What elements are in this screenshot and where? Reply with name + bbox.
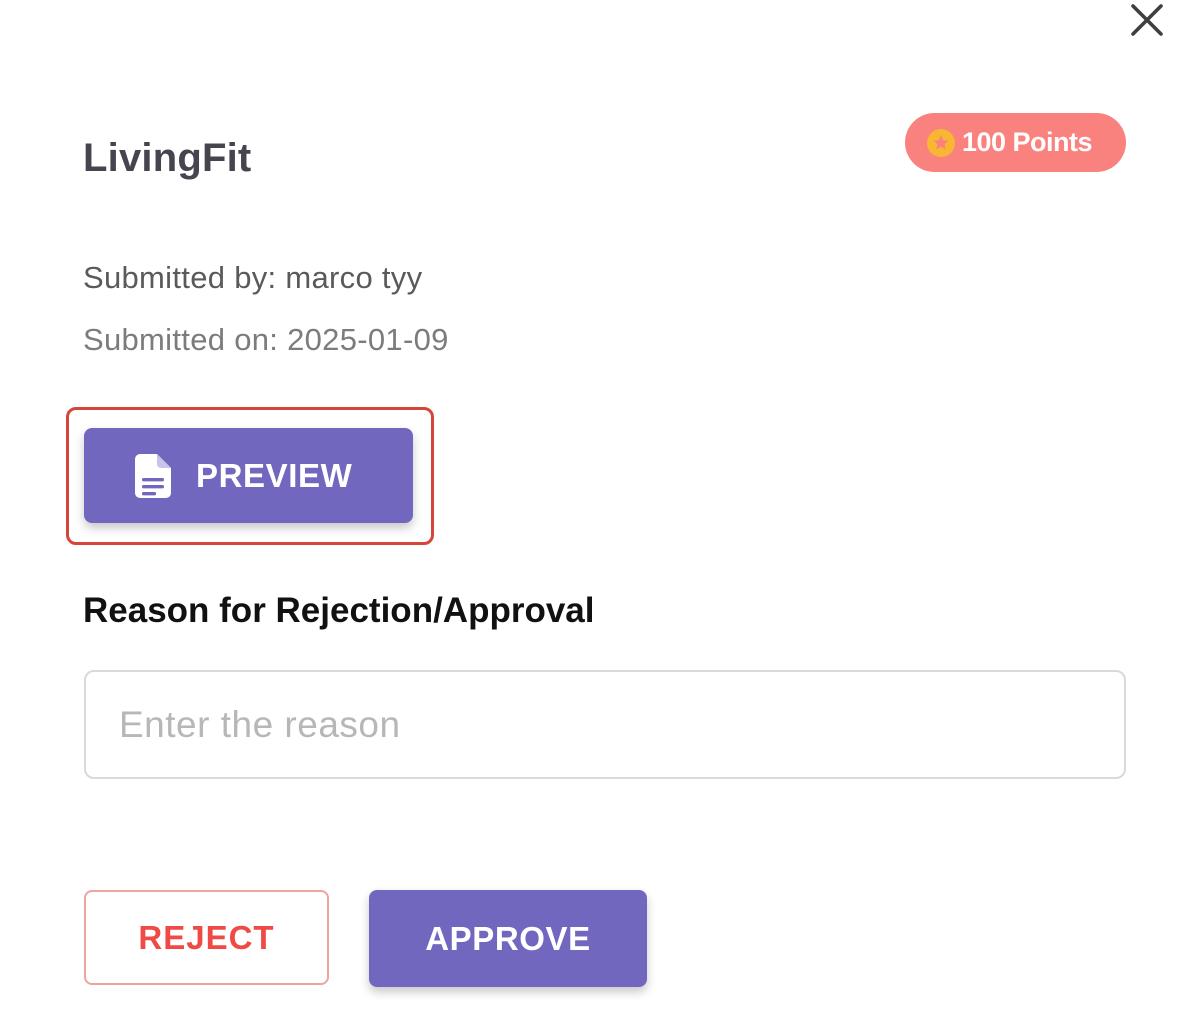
close-button[interactable] — [1124, 0, 1170, 40]
reject-button[interactable]: REJECT — [84, 890, 329, 985]
reason-label: Reason for Rejection/Approval — [83, 591, 595, 630]
submission-review-dialog: LivingFit 100 Points Submitted by: marco… — [0, 0, 1194, 1016]
dialog-title: LivingFit — [83, 136, 252, 180]
approve-button[interactable]: APPROVE — [369, 890, 647, 987]
preview-button[interactable]: PREVIEW — [84, 428, 413, 523]
submitted-by-text: Submitted by: marco tyy — [83, 260, 423, 295]
points-label: 100 Points — [962, 127, 1093, 157]
submitted-on-text: Submitted on: 2025-01-09 — [83, 322, 449, 357]
preview-button-label: PREVIEW — [196, 456, 353, 494]
document-icon — [135, 453, 171, 498]
reason-input[interactable] — [84, 670, 1126, 779]
close-icon — [1131, 4, 1163, 36]
star-circle-icon — [926, 128, 956, 158]
points-badge: 100 Points — [905, 113, 1126, 172]
